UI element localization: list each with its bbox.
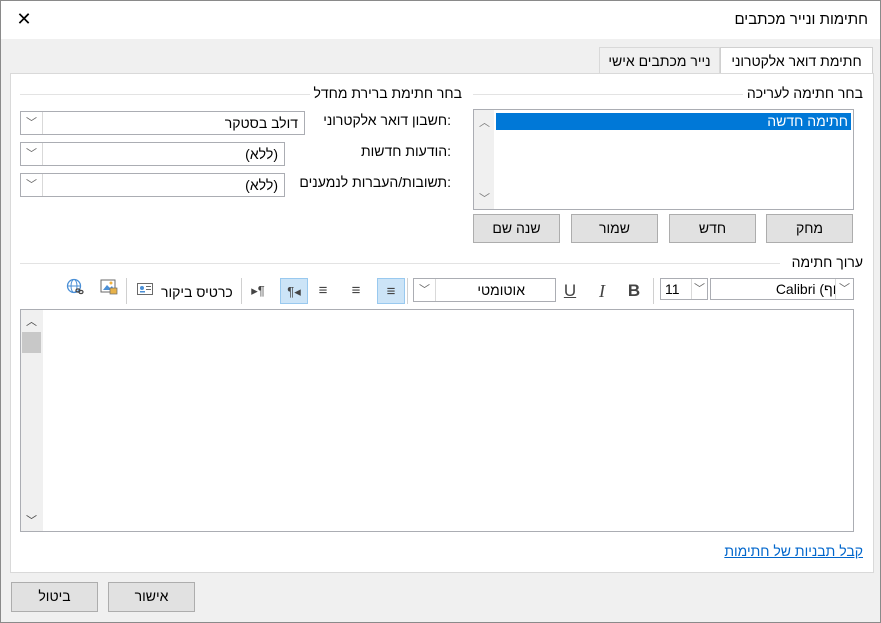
ok-button[interactable]: אישור xyxy=(108,582,195,612)
title-bar: חתימות ונייר מכתבים ✕ xyxy=(1,1,880,39)
tab-personal-stationery[interactable]: נייר מכתבים אישי xyxy=(599,47,720,73)
editor-label: ערוך חתימה xyxy=(791,254,863,270)
ltr-direction-icon[interactable]: ▸¶ xyxy=(244,278,272,304)
signature-list-scrollbar[interactable]: ︿ ﹀ xyxy=(474,110,494,209)
account-label: חשבון דואר אלקטרוני: xyxy=(323,112,451,128)
toolbar-separator xyxy=(407,278,408,304)
scroll-down-icon[interactable]: ﹀ xyxy=(476,190,493,206)
scroll-up-icon[interactable]: ︿ xyxy=(476,114,493,130)
new-messages-value: (ללא) xyxy=(245,146,278,162)
get-signature-templates-link[interactable]: קבל תבניות של חתימות xyxy=(724,543,863,559)
business-card-button[interactable]: כרטיס ביקור xyxy=(161,284,233,300)
default-section-label: בחר חתימת ברירת מחדל xyxy=(313,85,462,101)
scrollbar-thumb[interactable] xyxy=(22,332,41,353)
rename-button-label: שנה שם xyxy=(492,220,541,236)
signatures-dialog: חתימות ונייר מכתבים ✕ חתימת דואר אלקטרונ… xyxy=(0,0,881,623)
signature-list[interactable]: חתימה חדשה ︿ ﹀ xyxy=(473,109,854,210)
align-center-icon[interactable]: ≡ xyxy=(342,278,370,304)
tab-email-signature[interactable]: חתימת דואר אלקטרוני xyxy=(720,47,873,74)
editor-divider xyxy=(20,263,780,264)
delete-button[interactable]: מחק xyxy=(766,214,853,243)
save-button-label: שמור xyxy=(599,220,630,236)
cancel-button[interactable]: ביטול xyxy=(11,582,98,612)
new-messages-select[interactable]: (ללא) ﹀ xyxy=(20,142,285,166)
tab-email-signature-label: חתימת דואר אלקטרוני xyxy=(731,53,862,69)
replies-label: תשובות/העברות לנמענים: xyxy=(299,174,451,190)
font-size-value: 11 xyxy=(665,281,680,297)
insert-picture-icon[interactable] xyxy=(95,278,123,304)
font-color-value: אוטומטי xyxy=(477,282,525,298)
italic-button[interactable]: I xyxy=(588,278,616,304)
signature-editor[interactable]: ︿ ﹀ xyxy=(20,309,854,532)
chevron-down-icon[interactable]: ﹀ xyxy=(691,279,707,299)
new-button-label: חדש xyxy=(698,220,727,236)
cancel-button-label: ביטול xyxy=(38,588,71,604)
align-right-icon[interactable]: ≡ xyxy=(377,278,405,304)
chevron-down-icon[interactable]: ﹀ xyxy=(414,279,436,301)
new-button[interactable]: חדש xyxy=(669,214,756,243)
editor-scrollbar[interactable]: ︿ ﹀ xyxy=(21,310,43,531)
replies-value: (ללא) xyxy=(245,177,278,193)
account-value: דולב בסטקר xyxy=(224,115,298,131)
save-button[interactable]: שמור xyxy=(571,214,658,243)
underline-button[interactable]: U xyxy=(556,278,584,304)
toolbar-separator xyxy=(653,278,654,304)
rename-button[interactable]: שנה שם xyxy=(473,214,560,243)
edit-section-label: בחר חתימה לעריכה xyxy=(746,85,863,101)
edit-section-divider xyxy=(473,94,743,95)
toolbar-separator xyxy=(126,278,127,304)
signature-list-item[interactable]: חתימה חדשה xyxy=(496,113,851,130)
close-icon[interactable]: ✕ xyxy=(13,7,35,31)
default-section-divider xyxy=(20,94,310,95)
rtl-direction-icon[interactable]: ¶◂ xyxy=(280,278,308,304)
bold-button[interactable]: B xyxy=(620,278,648,304)
tab-personal-stationery-label: נייר מכתבים אישי xyxy=(608,53,711,69)
ok-button-label: אישור xyxy=(134,588,169,604)
font-select[interactable]: Calibri (גוף) ﹀ xyxy=(710,278,854,300)
chevron-down-icon[interactable]: ﹀ xyxy=(21,112,43,134)
font-color-select[interactable]: אוטומטי ﹀ xyxy=(413,278,556,302)
delete-button-label: מחק xyxy=(795,220,824,236)
new-messages-label: הודעות חדשות: xyxy=(360,143,451,159)
chevron-down-icon[interactable]: ﹀ xyxy=(835,279,853,299)
font-size-select[interactable]: 11 ﹀ xyxy=(660,278,708,300)
account-select[interactable]: דולב בסטקר ﹀ xyxy=(20,111,305,135)
scroll-up-icon[interactable]: ︿ xyxy=(23,313,40,329)
business-card-icon[interactable] xyxy=(131,278,159,304)
chevron-down-icon[interactable]: ﹀ xyxy=(21,143,43,165)
replies-select[interactable]: (ללא) ﹀ xyxy=(20,173,285,197)
dialog-title: חתימות ונייר מכתבים xyxy=(734,11,868,28)
align-left-icon[interactable]: ≡ xyxy=(309,278,337,304)
chevron-down-icon[interactable]: ﹀ xyxy=(21,174,43,196)
scroll-down-icon[interactable]: ﹀ xyxy=(23,512,40,528)
toolbar-separator xyxy=(241,278,242,304)
insert-hyperlink-icon[interactable] xyxy=(62,278,90,304)
